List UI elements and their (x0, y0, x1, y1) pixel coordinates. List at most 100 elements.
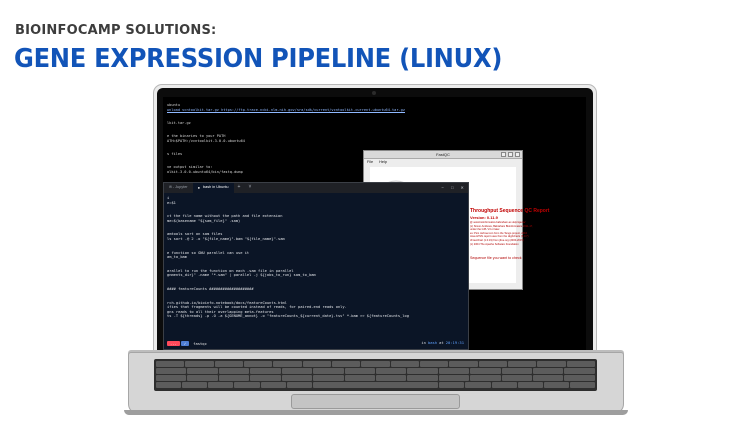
new-tab-button[interactable]: + (234, 183, 245, 193)
tab-bash-ubuntu[interactable]: ● bash in Ubuntu (192, 183, 234, 193)
keyboard-key (491, 382, 517, 388)
terminal-prompt-line[interactable]: ... ✓ fastqc in bash at 20:19:31 (164, 339, 468, 347)
keyboard-key (187, 375, 218, 381)
keyboard-key (243, 361, 273, 367)
keyboard-row (156, 368, 595, 374)
keyboard-key (449, 361, 478, 367)
penguin-icon: ● (197, 185, 200, 190)
tab-jupyter[interactable]: ifi - Jupyter (164, 183, 193, 193)
menu-file[interactable]: File (367, 160, 373, 164)
keyboard-key (478, 361, 507, 367)
keyboard-key (344, 368, 375, 374)
prompt-segment-status: ✓ (180, 340, 190, 346)
maximize-icon[interactable]: □ (451, 185, 454, 190)
fastqc-titlebar[interactable]: FastQC (364, 151, 522, 159)
right-prompt-time: 20:19:31 (445, 340, 464, 345)
keyboard-key (273, 361, 302, 367)
keyboard-key (214, 361, 243, 367)
page: BIOINFOCAMP SOLUTIONS: GENE EXPRESSION P… (0, 0, 750, 422)
minimize-button[interactable] (501, 152, 506, 157)
keyboard-key (533, 375, 564, 381)
keyboard-key (419, 361, 449, 367)
keyboard-row (156, 382, 596, 388)
keyboard-key (564, 368, 595, 374)
menu-help[interactable]: Help (379, 160, 387, 164)
minimize-icon[interactable]: − (442, 185, 444, 190)
tab-dropdown-icon[interactable]: ˅ (244, 183, 255, 193)
right-prompt-at: at (439, 340, 444, 345)
terminal-tabbar: ifi - Jupyter ● bash in Ubuntu + ˅ − □ ✕ (164, 183, 468, 193)
fastqc-heading: Throughput Sequence QC Report (470, 208, 550, 214)
keyboard-key (438, 368, 470, 374)
keyboard-key (218, 375, 250, 381)
keyboard-key (250, 375, 281, 381)
keyboard-key (407, 375, 438, 381)
keyboard-key (156, 368, 187, 374)
kicker-text: BIOINFOCAMP SOLUTIONS: (15, 23, 217, 38)
keyboard-key (533, 368, 564, 374)
terminal-window[interactable]: ifi - Jupyter ● bash in Ubuntu + ˅ − □ ✕… (163, 182, 469, 350)
close-button[interactable] (515, 152, 520, 157)
keyboard-key (187, 368, 218, 374)
keyboard-key (331, 361, 361, 367)
keyboard-key (517, 382, 543, 388)
keyboard-key (156, 382, 182, 388)
keyboard-key (182, 382, 208, 388)
keyboard-key (507, 361, 537, 367)
fastqc-credit-line: (c) 2004 The Apache Software Foundation (470, 242, 519, 246)
fastqc-instruction: Sequence file you want to check (470, 256, 522, 260)
keyboard-key (470, 375, 501, 381)
keyboard-key (501, 375, 533, 381)
keyboard-row (156, 375, 595, 381)
keyboard-key (281, 375, 313, 381)
prompt-command[interactable]: fastqc (193, 341, 207, 346)
keyboard-key (543, 382, 569, 388)
keyboard-key (208, 382, 234, 388)
keyboard-key (361, 361, 390, 367)
keyboard-key (313, 375, 344, 381)
fastqc-menubar: File Help (364, 159, 522, 165)
terminal-output[interactable]: i e=$1 ct the file name without the path a… (164, 193, 468, 335)
keyboard-key (234, 382, 260, 388)
maximize-button[interactable] (508, 152, 513, 157)
laptop-front-edge (124, 410, 628, 415)
laptop-keyboard (154, 359, 597, 391)
keyboard-key (281, 368, 313, 374)
keyboard-key (569, 382, 596, 388)
keyboard-row (156, 361, 595, 367)
keyboard-key (470, 368, 501, 374)
keyboard-key (375, 375, 407, 381)
fastqc-credits: @ www.bioinformatics.babraham.ac.uk/proj… (470, 221, 533, 246)
tab-label: ifi - Jupyter (169, 185, 188, 189)
keyboard-key (313, 368, 344, 374)
right-prompt: in bash at 20:19:31 (421, 340, 464, 345)
laptop-trackpad (291, 394, 460, 409)
right-prompt-dir: bash (427, 340, 438, 345)
keyboard-key (286, 382, 312, 388)
keyboard-key (250, 368, 281, 374)
fastqc-version: Version: 0.11.9 (470, 215, 498, 220)
fastqc-window-title: FastQC (436, 152, 450, 157)
keyboard-key (218, 368, 250, 374)
page-title: GENE EXPRESSION PIPELINE (LINUX) (14, 44, 503, 74)
webcam-icon (372, 91, 376, 95)
keyboard-key (566, 361, 595, 367)
keyboard-key (312, 382, 439, 388)
keyboard-key (439, 382, 465, 388)
keyboard-key (501, 368, 533, 374)
keyboard-key (302, 361, 331, 367)
laptop-screen: ubuntu wnload vcntoolkit.tar.gz https://f… (163, 97, 586, 351)
keyboard-key (375, 368, 407, 374)
keyboard-key (465, 382, 491, 388)
keyboard-key (407, 368, 438, 374)
keyboard-key (344, 375, 375, 381)
close-icon[interactable]: ✕ (460, 185, 464, 190)
